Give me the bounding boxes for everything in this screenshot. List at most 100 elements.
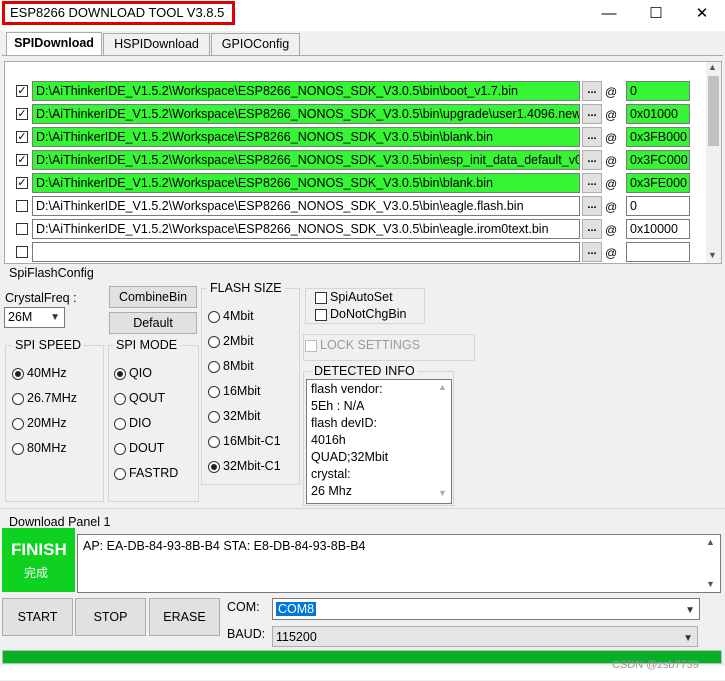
at-sign: @ (605, 200, 618, 214)
spi-mode-option-radio[interactable] (114, 418, 126, 430)
file-path-field[interactable]: D:\AiThinkerIDE_V1.5.2\Workspace\ESP8266… (32, 219, 580, 239)
spi-speed-option-radio[interactable] (12, 443, 24, 455)
flash-address-field[interactable]: 0x3FB000 (626, 127, 690, 147)
flash-address-field[interactable]: 0x3FE000 (626, 173, 690, 193)
file-checkbox[interactable]: ✓ (16, 108, 28, 120)
spi-mode-option-label: DIO (129, 416, 152, 430)
baud-select[interactable]: 115200 ▼ (272, 626, 698, 647)
browse-button[interactable]: ... (582, 127, 602, 147)
erase-button[interactable]: ERASE (149, 598, 220, 636)
flash-address-field[interactable]: 0x01000 (626, 104, 690, 124)
file-path-field[interactable]: D:\AiThinkerIDE_V1.5.2\Workspace\ESP8266… (32, 127, 580, 147)
download-panel-label: Download Panel 1 (9, 515, 111, 529)
spi-mode-option-radio[interactable] (114, 368, 126, 380)
maximize-button[interactable]: ☐ (636, 3, 676, 25)
tab-gpioconfig[interactable]: GPIOConfig (211, 33, 300, 55)
file-path-field[interactable] (32, 242, 580, 262)
file-checkbox[interactable]: ✓ (16, 177, 28, 189)
spi-mode-option-label: DOUT (129, 441, 165, 455)
tab-hspidownload[interactable]: HSPIDownload (103, 33, 210, 55)
file-path-field[interactable]: D:\AiThinkerIDE_V1.5.2\Workspace\ESP8266… (32, 150, 580, 170)
lock-settings-label: LOCK SETTINGS (320, 338, 421, 352)
flash-address-field[interactable] (626, 242, 690, 262)
combinebin-button[interactable]: CombineBin (109, 286, 197, 308)
flash-size-option-radio[interactable] (208, 436, 220, 448)
browse-button[interactable]: ... (582, 173, 602, 193)
spi-mode-option-radio[interactable] (114, 468, 126, 480)
flash-size-option-radio[interactable] (208, 461, 220, 473)
file-checkbox[interactable] (16, 200, 28, 212)
com-label: COM: (227, 600, 260, 614)
crystal-freq-select[interactable]: 26M ▼ (4, 307, 65, 328)
flash-size-title: FLASH SIZE (207, 281, 285, 295)
file-checkbox[interactable] (16, 246, 28, 258)
scroll-down-icon[interactable]: ▼ (706, 579, 715, 589)
default-button[interactable]: Default (109, 312, 197, 334)
flash-size-option-radio[interactable] (208, 311, 220, 323)
stop-button[interactable]: STOP (75, 598, 146, 636)
browse-button[interactable]: ... (582, 219, 602, 239)
spi-speed-option-label: 40MHz (27, 366, 67, 380)
flash-size-option-radio[interactable] (208, 386, 220, 398)
com-port-value: COM8 (276, 602, 317, 616)
file-checkbox[interactable] (16, 223, 28, 235)
flash-address-field[interactable]: 0x3FC000 (626, 150, 690, 170)
scroll-thumb[interactable] (708, 76, 719, 146)
tab-spidownload[interactable]: SPIDownload (6, 32, 102, 56)
detected-info-line: 26 Mhz (311, 484, 352, 498)
file-path-field[interactable]: D:\AiThinkerIDE_V1.5.2\Workspace\ESP8266… (32, 196, 580, 216)
detected-info-text[interactable]: flash vendor: 5Eh : N/A flash devID: 4016h Q… (306, 379, 452, 504)
scroll-down-icon[interactable]: ▼ (708, 250, 717, 260)
status-finish-label: FINISH (11, 540, 67, 559)
browse-button[interactable]: ... (582, 104, 602, 124)
minimize-button[interactable]: — (589, 3, 629, 25)
browse-button[interactable]: ... (582, 196, 602, 216)
chevron-down-icon: ▼ (685, 605, 695, 616)
file-checkbox[interactable]: ✓ (16, 85, 28, 97)
browse-button[interactable]: ... (582, 242, 602, 262)
spi-mode-option-label: QOUT (129, 391, 166, 405)
flash-address-field[interactable]: 0x10000 (626, 219, 690, 239)
flash-size-option-label: 32Mbit-C1 (223, 459, 281, 473)
flash-address-field[interactable]: 0 (626, 81, 690, 101)
donotchgbin-checkbox[interactable] (315, 309, 327, 321)
donotchgbin-label: DoNotChgBin (330, 307, 407, 321)
flash-size-option-radio[interactable] (208, 411, 220, 423)
file-path-field[interactable]: D:\AiThinkerIDE_V1.5.2\Workspace\ESP8266… (32, 81, 580, 101)
at-sign: @ (605, 177, 618, 191)
scroll-up-icon[interactable]: ▲ (706, 537, 715, 547)
start-button[interactable]: START (2, 598, 73, 636)
spiautoset-checkbox[interactable] (315, 292, 327, 304)
crystal-freq-value: 26M (8, 310, 33, 324)
scroll-down-icon[interactable]: ▼ (438, 488, 447, 498)
flash-size-option-label: 16Mbit (223, 384, 261, 398)
mac-info-text[interactable]: AP: EA-DB-84-93-8B-B4 STA: E8-DB-84-93-8… (77, 534, 721, 593)
spi-speed-title: SPI SPEED (12, 338, 84, 352)
title-bar: ESP8266 DOWNLOAD TOOL V3.8.5 — ☐ ✕ (0, 0, 725, 31)
com-port-select[interactable]: COM8 ▼ (272, 598, 700, 620)
file-path-field[interactable]: D:\AiThinkerIDE_V1.5.2\Workspace\ESP8266… (32, 104, 580, 124)
at-sign: @ (605, 85, 618, 99)
spiflashconfig-label: SpiFlashConfig (9, 266, 94, 280)
flash-size-option-label: 16Mbit-C1 (223, 434, 281, 448)
spi-mode-title: SPI MODE (113, 338, 181, 352)
spi-mode-option-radio[interactable] (114, 393, 126, 405)
file-path-field[interactable]: D:\AiThinkerIDE_V1.5.2\Workspace\ESP8266… (32, 173, 580, 193)
browse-button[interactable]: ... (582, 81, 602, 101)
spi-speed-option-radio[interactable] (12, 368, 24, 380)
browse-button[interactable]: ... (582, 150, 602, 170)
scroll-up-icon[interactable]: ▲ (708, 62, 717, 72)
flash-size-option-radio[interactable] (208, 361, 220, 373)
scroll-up-icon[interactable]: ▲ (438, 382, 447, 392)
lock-settings-checkbox[interactable] (305, 340, 317, 352)
file-checkbox[interactable]: ✓ (16, 131, 28, 143)
detected-info-line: flash devID: (311, 416, 378, 430)
flash-address-field[interactable]: 0 (626, 196, 690, 216)
spi-speed-option-radio[interactable] (12, 418, 24, 430)
spi-speed-option-radio[interactable] (12, 393, 24, 405)
spi-mode-option-radio[interactable] (114, 443, 126, 455)
flash-size-option-radio[interactable] (208, 336, 220, 348)
file-list-scrollbar[interactable]: ▲ ▼ (706, 62, 721, 263)
close-button[interactable]: ✕ (682, 3, 722, 25)
file-checkbox[interactable]: ✓ (16, 154, 28, 166)
